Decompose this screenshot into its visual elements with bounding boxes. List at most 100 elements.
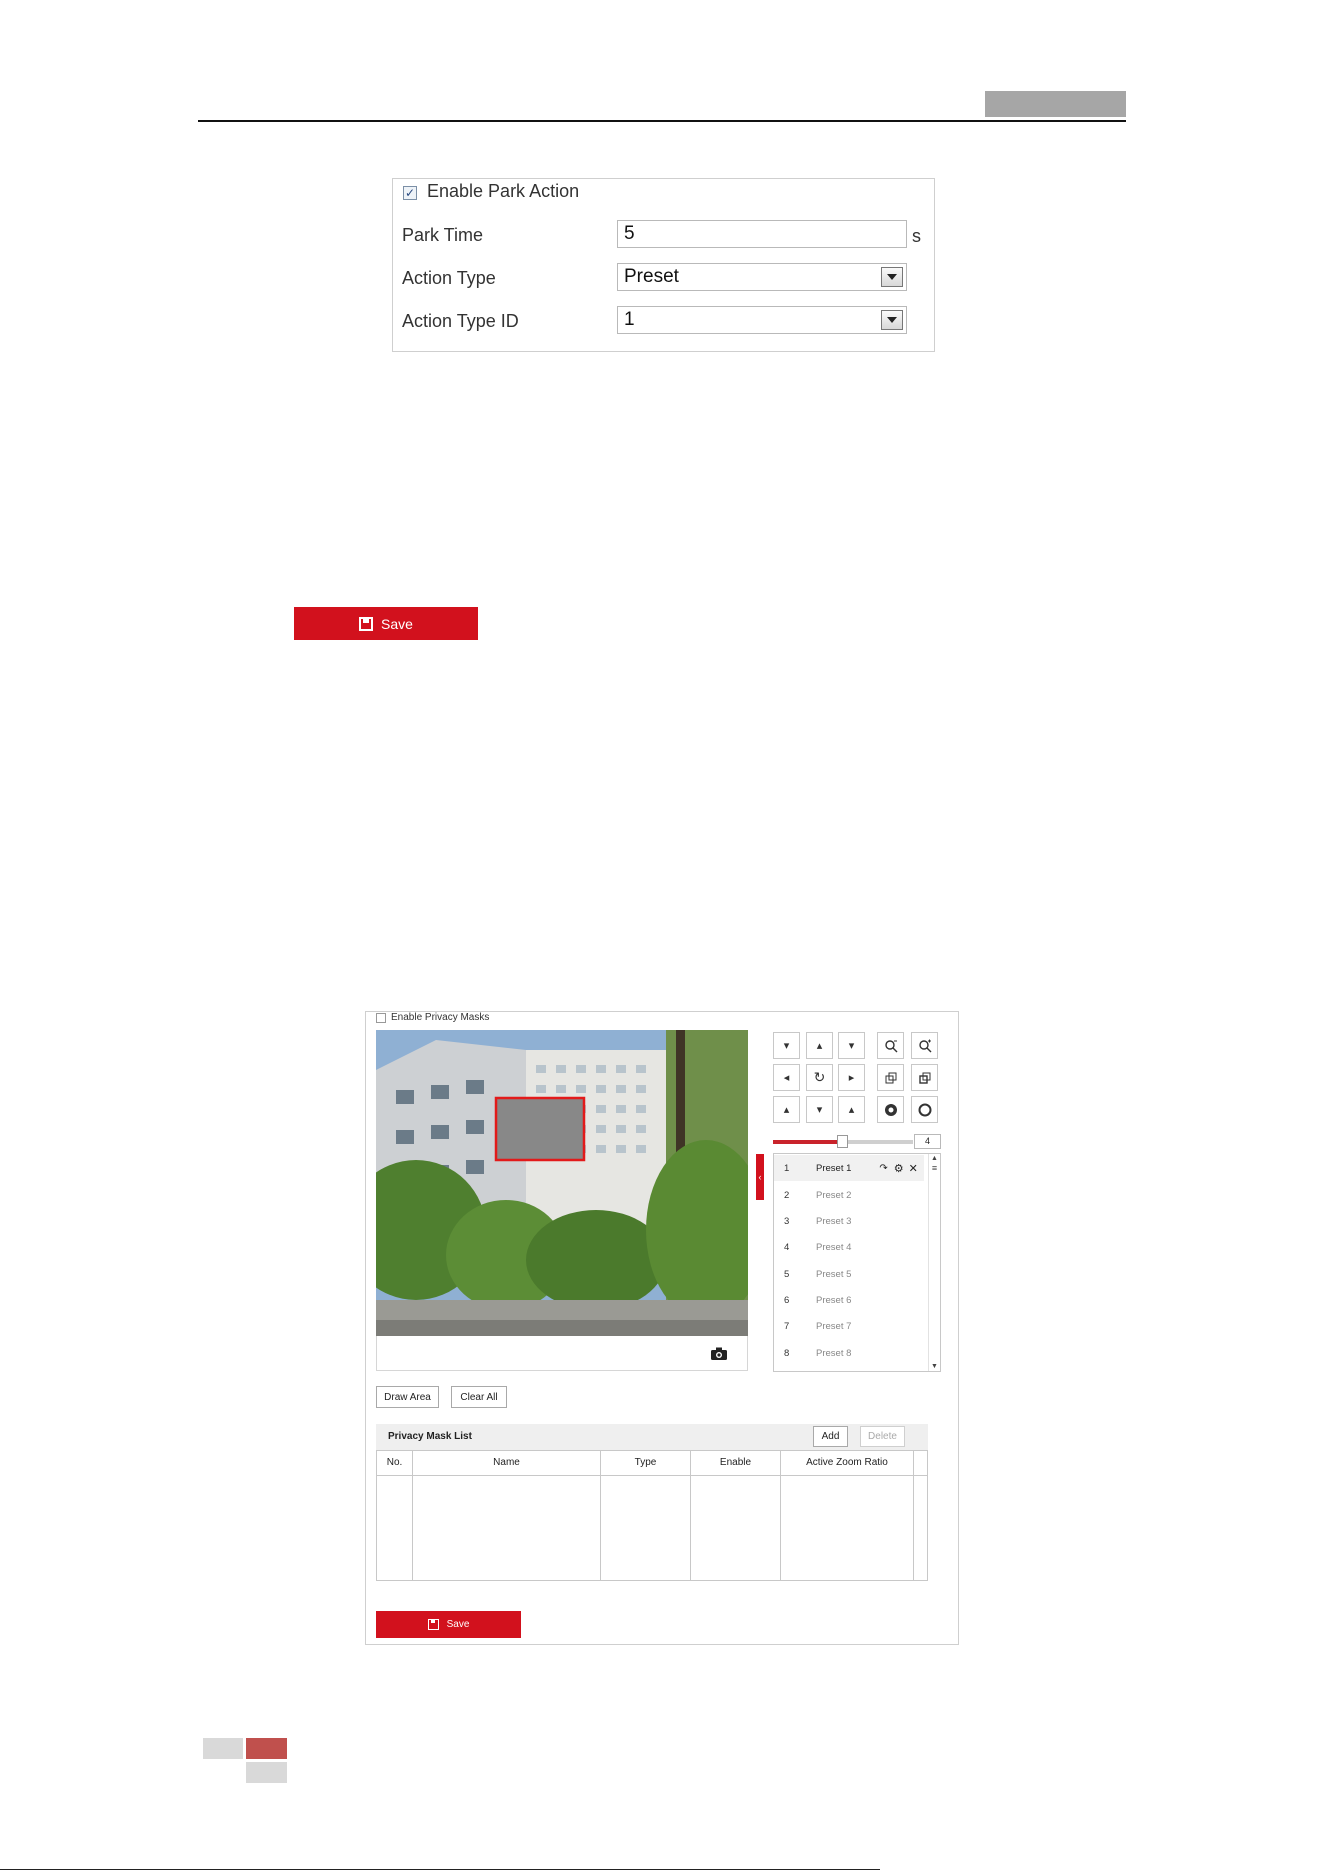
preset-number: 2	[784, 1189, 790, 1201]
pan-right-button[interactable]: ▸	[838, 1064, 865, 1091]
preset-list: 1 Preset 1 ↷ ⚙ ✕ 2 Preset 2 3 Preset 3 4…	[773, 1153, 941, 1372]
action-type-label: Action Type	[402, 268, 496, 288]
preset-number: 5	[784, 1268, 790, 1280]
iris-close-icon	[884, 1103, 897, 1116]
preset-number: 6	[784, 1294, 790, 1306]
zoom-out-button[interactable]	[877, 1032, 904, 1059]
pan-down-right-button[interactable]: ▴	[838, 1096, 865, 1123]
save-button-label: Save	[381, 615, 413, 632]
delete-button[interactable]: Delete	[860, 1426, 905, 1447]
preset-number: 1	[784, 1162, 790, 1174]
draw-area-button[interactable]: Draw Area	[376, 1386, 439, 1408]
call-preset-icon[interactable]: ↷	[879, 1163, 887, 1174]
preset-name: Preset 4	[816, 1241, 852, 1253]
preset-row[interactable]: 5 Preset 5	[774, 1261, 924, 1287]
preset-row[interactable]: 1 Preset 1 ↷ ⚙ ✕	[774, 1155, 924, 1181]
preset-number: 7	[784, 1320, 790, 1332]
pan-up-button[interactable]: ▴	[806, 1032, 833, 1059]
gear-icon[interactable]: ⚙	[894, 1162, 904, 1175]
enable-park-action-label: Enable Park Action	[427, 181, 580, 201]
pan-left-button[interactable]: ◂	[773, 1064, 800, 1091]
preset-number: 8	[784, 1347, 790, 1359]
action-type-select[interactable]: Preset	[617, 263, 907, 291]
zoom-in-button[interactable]	[911, 1032, 938, 1059]
column-header-type: Type	[634, 1457, 657, 1468]
camera-snapshot-icon[interactable]	[711, 1347, 727, 1360]
column-divider	[913, 1451, 914, 1580]
action-type-id-value: 1	[624, 309, 635, 330]
park-time-input[interactable]: 5	[617, 220, 907, 248]
preset-row[interactable]: 6 Preset 6	[774, 1287, 924, 1313]
focus-near-icon	[885, 1072, 896, 1083]
zoom-out-icon	[884, 1039, 897, 1052]
chevron-down-icon[interactable]	[881, 267, 903, 287]
clear-all-button[interactable]: Clear All	[451, 1386, 507, 1408]
preset-name: Preset 5	[816, 1268, 852, 1280]
ptz-speed-value[interactable]: 4	[914, 1134, 941, 1149]
iris-open-icon	[918, 1103, 931, 1116]
privacy-mask-list-title: Privacy Mask List	[388, 1431, 472, 1442]
focus-far-icon	[918, 1072, 930, 1084]
column-header-active-zoom-ratio: Active Zoom Ratio	[806, 1457, 888, 1468]
video-toolbar	[376, 1336, 748, 1371]
preset-row[interactable]: 7 Preset 7	[774, 1313, 924, 1339]
column-header-enable: Enable	[719, 1457, 752, 1468]
save-icon	[427, 1619, 439, 1630]
park-time-unit: s	[912, 226, 921, 246]
preset-name: Preset 2	[816, 1189, 852, 1201]
save-button[interactable]: Save	[376, 1611, 521, 1638]
focus-far-button[interactable]	[911, 1064, 938, 1091]
preset-name: Preset 1	[816, 1162, 852, 1174]
iris-open-button[interactable]	[911, 1096, 938, 1123]
save-icon	[359, 616, 374, 631]
action-type-id-select[interactable]: 1	[617, 306, 907, 334]
save-button-label: Save	[446, 1619, 470, 1630]
pan-up-right-button[interactable]: ▾	[838, 1032, 865, 1059]
add-button[interactable]: Add	[813, 1426, 848, 1447]
footer-rule	[0, 1869, 880, 1870]
save-button[interactable]: Save	[294, 607, 478, 640]
table-header-divider	[377, 1475, 927, 1476]
ptz-speed-slider-fill	[773, 1140, 843, 1144]
privacy-mask-list-header: Privacy Mask List Add Delete	[376, 1424, 928, 1450]
preset-row[interactable]: 2 Preset 2	[774, 1182, 924, 1208]
footer-block	[203, 1738, 243, 1759]
preset-list-scrollbar[interactable]: ▲ ≡ ▼	[928, 1154, 940, 1371]
live-video-preview[interactable]	[376, 1030, 748, 1336]
column-header-no: No.	[386, 1457, 403, 1468]
ptz-speed-slider-handle[interactable]	[837, 1135, 848, 1148]
pan-down-left-button[interactable]: ▴	[773, 1096, 800, 1123]
pan-up-left-button[interactable]: ▾	[773, 1032, 800, 1059]
close-icon[interactable]: ✕	[909, 1162, 918, 1175]
column-header-name: Name	[493, 1457, 520, 1468]
privacy-mask-table: No. Name Type Enable Active Zoom Ratio	[376, 1450, 928, 1581]
preset-row[interactable]: 3 Preset 3	[774, 1208, 924, 1234]
enable-privacy-masks-label: Enable Privacy Masks	[391, 1012, 490, 1023]
enable-park-action-checkbox[interactable]: ✓	[403, 186, 417, 200]
iris-close-button[interactable]	[877, 1096, 904, 1123]
auto-pan-button[interactable]: ↻	[806, 1064, 833, 1091]
preset-row[interactable]: 4 Preset 4	[774, 1234, 924, 1260]
zoom-in-icon	[918, 1039, 931, 1052]
focus-near-button[interactable]	[877, 1064, 904, 1091]
header-tab-block	[985, 91, 1126, 117]
preset-name: Preset 3	[816, 1215, 852, 1227]
footer-block-accent	[246, 1738, 287, 1759]
pan-down-button[interactable]: ▾	[806, 1096, 833, 1123]
preset-name: Preset 7	[816, 1320, 852, 1332]
chevron-down-icon[interactable]	[881, 310, 903, 330]
preset-name: Preset 8	[816, 1347, 852, 1359]
footer-block	[246, 1762, 287, 1783]
action-type-value: Preset	[624, 266, 679, 287]
header-rule	[198, 120, 1126, 122]
scroll-down-icon[interactable]: ▼	[929, 1362, 940, 1371]
scroll-up-icon[interactable]: ▲	[929, 1154, 940, 1163]
street-scene-image	[376, 1030, 748, 1336]
list-icon: ≡	[931, 1163, 938, 1173]
preset-row[interactable]: 8 Preset 8	[774, 1340, 924, 1366]
collapse-panel-tab[interactable]: ‹	[756, 1154, 764, 1200]
preset-number: 3	[784, 1215, 790, 1227]
action-type-id-label: Action Type ID	[402, 311, 519, 331]
enable-privacy-masks-checkbox[interactable]	[376, 1013, 386, 1023]
park-time-label: Park Time	[402, 225, 484, 245]
